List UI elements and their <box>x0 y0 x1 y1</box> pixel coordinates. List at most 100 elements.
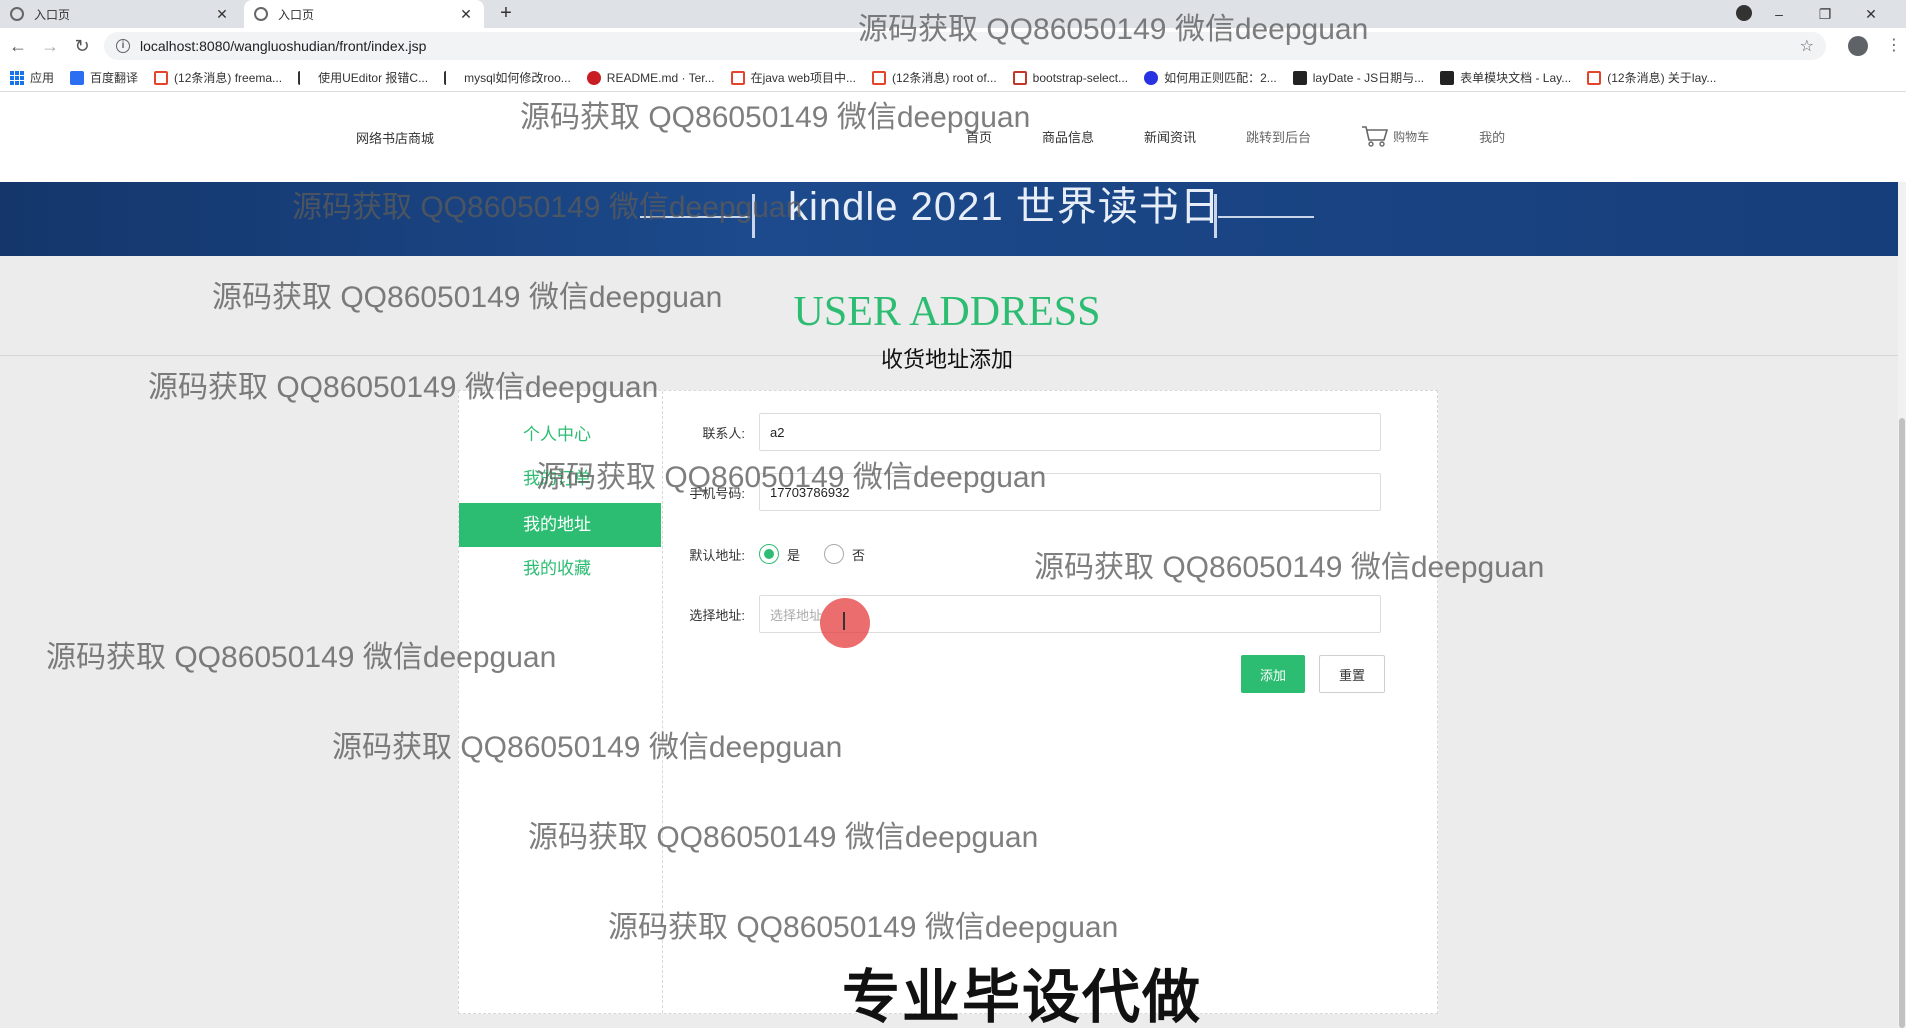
layui-icon <box>1440 70 1455 85</box>
bookmark-item[interactable]: README.md · Ter... <box>586 70 715 85</box>
minimize-icon[interactable]: – <box>1756 6 1802 22</box>
phone-row: 手机号码: 17703786932 <box>673 473 1381 511</box>
bookmark-item[interactable]: 在java web项目中... <box>730 69 856 86</box>
sidebar-item-favorites[interactable]: 我的收藏 <box>459 547 661 591</box>
click-indicator <box>820 598 870 648</box>
content-panel: 个人中心 我的订单 我的地址 我的收藏 联系人: a2 手机号码: 177037… <box>458 390 1438 1014</box>
bookmark-label: 百度翻译 <box>90 71 139 85</box>
address-label: 选择地址: <box>689 607 745 623</box>
sidebar-item-orders[interactable]: 我的订单 <box>459 457 661 501</box>
hero-banner: kindle 2021 世界读书日 <box>0 182 1898 256</box>
bookmark-item[interactable]: bootstrap-select... <box>1012 70 1129 85</box>
close-icon[interactable]: ✕ <box>458 6 474 23</box>
globe-icon <box>254 7 268 21</box>
banner-text: kindle 2021 世界读书日 <box>788 185 1221 229</box>
sidebar-item-address[interactable]: 我的地址 <box>459 503 661 547</box>
bookmark-label: bootstrap-select... <box>1032 70 1129 85</box>
nav-news[interactable]: 新闻资讯 <box>1144 127 1196 146</box>
csdn-icon <box>871 70 886 85</box>
default-address-label: 默认地址: <box>689 547 745 563</box>
bookmark-item[interactable]: 表单模块文档 - Lay... <box>1440 69 1571 86</box>
restore-icon[interactable]: ❐ <box>1802 6 1848 23</box>
promo-caption: 专业毕设代做 <box>842 965 1203 1028</box>
contact-label: 联系人: <box>702 425 745 441</box>
browser-tab-2[interactable]: 入口页 ✕ <box>244 0 484 28</box>
bookmark-label: (12条消息) root of... <box>891 71 997 85</box>
sidebar-item-profile[interactable]: 个人中心 <box>459 413 661 457</box>
banner-decoration <box>1218 216 1314 218</box>
close-icon[interactable]: ✕ <box>214 6 230 23</box>
cart-label: 购物车 <box>1393 129 1430 144</box>
bookmark-item[interactable]: (12条消息) root of... <box>871 69 997 86</box>
window-controls: – ❐ ✕ <box>1732 0 1894 28</box>
text-cursor-icon <box>843 612 845 630</box>
contact-input[interactable]: a2 <box>759 413 1381 451</box>
scrollbar-thumb[interactable] <box>1899 418 1905 1028</box>
bookmark-item[interactable]: (12条消息) 关于lay... <box>1587 69 1716 86</box>
grid-icon <box>1012 70 1027 85</box>
tab-label: 入口页 <box>34 7 71 22</box>
banner-decoration <box>640 216 750 218</box>
page-heading-en: USER ADDRESS <box>793 289 1101 335</box>
bookmark-item[interactable]: 如何用正则匹配：2... <box>1144 69 1277 86</box>
site-nav: 首页 商品信息 新闻资讯 跳转到后台 购物车 我的 <box>966 124 1555 148</box>
phone-input[interactable]: 17703786932 <box>759 473 1381 511</box>
translate-icon <box>70 70 85 85</box>
banner-decoration <box>1214 194 1217 238</box>
baidu-icon <box>1144 70 1159 85</box>
bookmark-label: 应用 <box>30 71 55 85</box>
default-yes-radio[interactable]: 是 <box>759 544 800 564</box>
bookmark-item[interactable]: 百度翻译 <box>70 69 138 86</box>
default-no-radio[interactable]: 否 <box>824 544 865 564</box>
bookmark-label: 表单模块文档 - Lay... <box>1460 71 1572 85</box>
nav-mine[interactable]: 我的 <box>1479 127 1505 146</box>
url-input[interactable]: i localhost:8080/wangluoshudian/front/in… <box>104 32 1826 60</box>
bookmark-label: (12条消息) 关于lay... <box>1607 71 1717 85</box>
user-sidebar: 个人中心 我的订单 我的地址 我的收藏 <box>459 391 663 1013</box>
bird-icon <box>444 70 458 85</box>
bookmark-label: 在java web项目中... <box>750 71 856 85</box>
close-window-icon[interactable]: ✕ <box>1848 6 1894 23</box>
nav-admin[interactable]: 跳转到后台 <box>1246 127 1311 146</box>
account-icon[interactable] <box>1848 34 1868 58</box>
browser-tab-1[interactable]: 入口页 ✕ <box>0 0 240 28</box>
bookmark-label: 如何用正则匹配：2... <box>1164 71 1277 85</box>
tab-label: 入口页 <box>278 7 315 22</box>
info-icon[interactable]: i <box>116 39 130 53</box>
reset-button[interactable]: 重置 <box>1319 655 1385 693</box>
bookmark-label: layDate - JS日期与... <box>1312 71 1425 85</box>
reload-icon[interactable]: ↻ <box>70 34 94 58</box>
bookmark-item[interactable]: (12条消息) freema... <box>154 69 282 86</box>
bookmark-label: 使用UEditor 报错C... <box>318 71 429 85</box>
radio-checked-icon <box>759 544 779 564</box>
url-text: localhost:8080/wangluoshudian/front/inde… <box>140 38 427 54</box>
page-scrollbar[interactable] <box>1898 182 1906 1028</box>
bookmark-apps[interactable]: 应用 <box>10 69 54 86</box>
bookmark-star-icon[interactable]: ☆ <box>1800 36 1814 56</box>
bookmark-item[interactable]: 使用UEditor 报错C... <box>298 69 428 86</box>
nav-products[interactable]: 商品信息 <box>1042 127 1094 146</box>
csdn-icon <box>1587 70 1602 85</box>
site-header: 网络书店商城 首页 商品信息 新闻资讯 跳转到后台 购物车 我的 <box>0 92 1906 182</box>
apps-icon <box>10 70 24 85</box>
profile-menu-icon[interactable] <box>1732 4 1756 24</box>
browser-tab-bar: 入口页 ✕ 入口页 ✕ + – ❐ ✕ <box>0 0 1906 28</box>
bookmark-item[interactable]: mysql如何修改roo... <box>444 69 571 86</box>
csdn-icon <box>730 70 745 85</box>
add-button[interactable]: 添加 <box>1241 655 1305 693</box>
nav-cart[interactable]: 购物车 <box>1361 124 1429 148</box>
site-title[interactable]: 网络书店商城 <box>356 128 434 147</box>
forward-icon[interactable]: → <box>38 34 62 58</box>
globe-icon <box>10 7 24 21</box>
phone-label: 手机号码: <box>689 485 745 501</box>
default-address-row: 默认地址: 是 否 <box>673 535 889 573</box>
nav-home[interactable]: 首页 <box>966 127 992 146</box>
bookmark-item[interactable]: layDate - JS日期与... <box>1292 69 1425 86</box>
more-menu-icon[interactable]: ⋮ <box>1886 34 1902 58</box>
back-icon[interactable]: ← <box>6 34 30 58</box>
bookmark-label: README.md · Ter... <box>606 70 715 85</box>
bookmark-label: mysql如何修改roo... <box>464 71 571 85</box>
new-tab-button[interactable]: + <box>494 0 518 28</box>
radio-label: 否 <box>852 547 866 563</box>
cart-icon <box>1362 126 1389 147</box>
